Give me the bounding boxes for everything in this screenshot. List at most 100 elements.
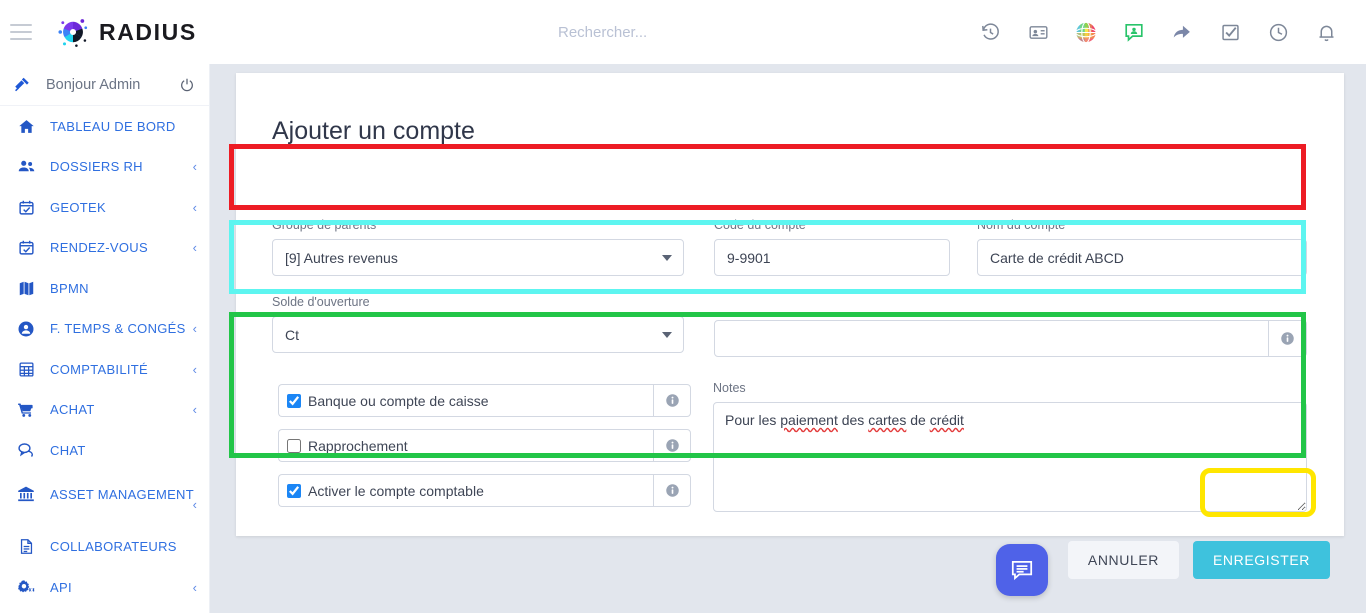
opening-balance-type-field: Solde d'ouverture: [272, 295, 684, 353]
top-bar: RADIUS: [0, 0, 1366, 64]
chevron-left-icon: ‹: [192, 159, 197, 175]
parent-group-value[interactable]: [272, 239, 684, 276]
account-code-label: Code du compte: [714, 218, 806, 232]
cart-icon: [14, 401, 38, 419]
options-column: Banque ou compte de caisse Rapprochement: [278, 384, 691, 519]
search-box[interactable]: [520, 14, 860, 50]
users-icon: [14, 157, 38, 176]
notes-label: Notes: [713, 381, 746, 395]
parent-group-field: Groupe de parents: [272, 218, 684, 276]
account-code-field: Code du compte: [714, 218, 950, 276]
opening-balance-type-value[interactable]: [272, 316, 684, 353]
opening-balance-type-select[interactable]: [272, 316, 684, 353]
sidebar-label: COMPTABILITÉ: [50, 361, 148, 377]
contact-card-icon[interactable]: [1026, 20, 1050, 44]
power-icon[interactable]: [179, 77, 197, 93]
sidebar-item-achat[interactable]: ACHAT ‹: [0, 390, 209, 431]
gears-icon: [14, 578, 38, 597]
checkbox-row-enable-account: Activer le compte comptable: [278, 474, 691, 507]
info-icon[interactable]: [653, 384, 691, 417]
sidebar-label: TABLEAU DE BORD: [50, 118, 176, 134]
opening-balance-amount-field: [714, 320, 1307, 357]
checkbox-row-reconciliation: Rapprochement: [278, 429, 691, 462]
sidebar-item-f-temps-conges[interactable]: F. TEMPS & CONGÉS ‹: [0, 309, 209, 350]
sidebar-label: RENDEZ-VOUS: [50, 240, 148, 256]
enable-account-label: Activer le compte comptable: [308, 482, 484, 499]
radius-logo-icon: [58, 19, 88, 47]
sidebar-item-api[interactable]: API ‹: [0, 567, 209, 608]
sidebar-item-chat[interactable]: CHAT: [0, 430, 209, 471]
hamburger-icon[interactable]: [10, 24, 32, 40]
home-icon: [14, 118, 38, 135]
chat-bubble-icon: [1011, 561, 1033, 581]
sidebar-item-collaborateurs[interactable]: COLLABORATEURS: [0, 527, 209, 568]
gavel-icon: [14, 76, 36, 93]
sidebar-item-asset-management[interactable]: ASSET MANAGEMENT ‹: [0, 471, 209, 527]
sidebar-item-rendez-vous[interactable]: RENDEZ-VOUS ‹: [0, 228, 209, 269]
brand-logo[interactable]: RADIUS: [56, 15, 197, 49]
sidebar-label: API: [50, 579, 72, 595]
checkbox-row-bank: Banque ou compte de caisse: [278, 384, 691, 417]
globe-color-icon[interactable]: [1074, 20, 1098, 44]
cancel-button[interactable]: ANNULER: [1067, 541, 1179, 579]
account-code-input[interactable]: [714, 239, 950, 276]
notes-column: Notes Pour les paiement des cartes de cr…: [713, 381, 1307, 517]
page-title: Ajouter un compte: [272, 117, 475, 145]
info-icon[interactable]: [653, 474, 691, 507]
sidebar-item-tableau-de-bord[interactable]: TABLEAU DE BORD: [0, 106, 209, 147]
sidebar-label: F. TEMPS & CONGÉS: [50, 321, 186, 337]
parent-group-label: Groupe de parents: [272, 218, 377, 232]
chevron-left-icon: ‹: [192, 240, 197, 256]
account-name-input[interactable]: [977, 239, 1307, 276]
calendar-check-icon: [14, 199, 38, 216]
enable-account-checkbox[interactable]: [287, 483, 301, 498]
opening-balance-amount-input[interactable]: [714, 320, 1269, 357]
bell-icon[interactable]: [1314, 20, 1338, 44]
calendar-check-icon: [14, 239, 38, 256]
chevron-left-icon: ‹: [192, 579, 197, 595]
sidebar-label: DOSSIERS RH: [50, 159, 143, 175]
sidebar-item-bpmn[interactable]: BPMN: [0, 268, 209, 309]
clock-icon[interactable]: [1266, 20, 1290, 44]
history-icon[interactable]: [978, 20, 1002, 44]
bank-account-checkbox-field[interactable]: Banque ou compte de caisse: [278, 384, 653, 417]
calculator-icon: [14, 361, 38, 378]
reconciliation-checkbox-field[interactable]: Rapprochement: [278, 429, 653, 462]
sidebar-greeting-row: Bonjour Admin: [0, 64, 209, 106]
chevron-left-icon: ‹: [192, 199, 197, 215]
info-icon[interactable]: [653, 429, 691, 462]
sidebar-label: COLLABORATEURS: [50, 539, 177, 555]
chevron-left-icon: ‹: [192, 361, 197, 377]
sidebar-label: BPMN: [50, 280, 89, 296]
chevron-left-icon: ‹: [192, 497, 197, 512]
reconciliation-label: Rapprochement: [308, 437, 408, 454]
checkbox-task-icon[interactable]: [1218, 20, 1242, 44]
parent-group-select[interactable]: [272, 239, 684, 276]
sidebar-label: CHAT: [50, 442, 86, 458]
chevron-left-icon: ‹: [192, 321, 197, 337]
sidebar-item-dossiers-rh[interactable]: DOSSIERS RH ‹: [0, 147, 209, 188]
user-circle-icon: [14, 320, 38, 338]
document-icon: [14, 538, 38, 555]
sidebar-item-clients[interactable]: CLIENTS: [0, 608, 209, 613]
sidebar-label: ACHAT: [50, 402, 95, 418]
share-arrow-icon[interactable]: [1170, 20, 1194, 44]
enable-account-checkbox-field[interactable]: Activer le compte comptable: [278, 474, 653, 507]
form-actions: ANNULER ENREGISTER: [1067, 541, 1330, 579]
speech-icon: [14, 441, 38, 459]
brand-name: RADIUS: [99, 18, 197, 45]
chat-fab-button[interactable]: [996, 544, 1048, 596]
options-notes-row: Banque ou compte de caisse Rapprochement: [272, 381, 1307, 522]
top-icon-bar: [978, 0, 1338, 64]
account-name-label: Nom du compte: [977, 218, 1066, 232]
notes-textarea[interactable]: [713, 402, 1307, 512]
search-input[interactable]: [520, 14, 860, 50]
sidebar-item-geotek[interactable]: GEOTEK ‹: [0, 187, 209, 228]
chat-person-icon[interactable]: [1122, 20, 1146, 44]
save-button[interactable]: ENREGISTER: [1192, 541, 1330, 579]
sidebar: Bonjour Admin TABLEAU DE BORD DOSSIERS R…: [0, 64, 210, 613]
sidebar-item-comptabilite[interactable]: COMPTABILITÉ ‹: [0, 349, 209, 390]
info-icon[interactable]: [1269, 320, 1307, 357]
bank-account-checkbox[interactable]: [287, 393, 301, 408]
reconciliation-checkbox[interactable]: [287, 438, 301, 453]
